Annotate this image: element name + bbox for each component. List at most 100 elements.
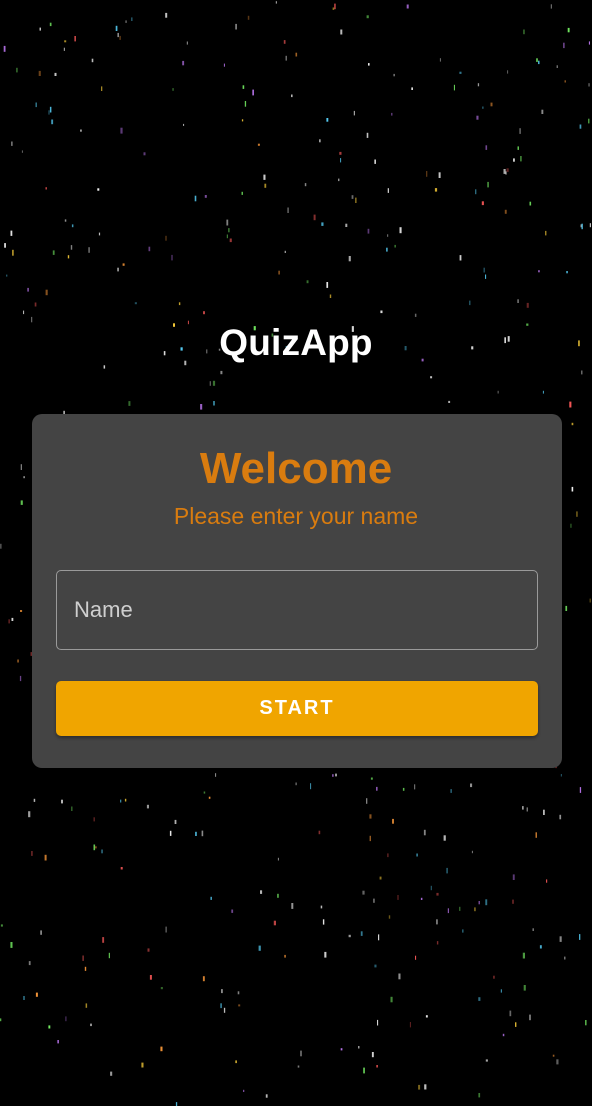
- star-particle: [103, 365, 106, 369]
- star-particle: [550, 4, 552, 9]
- star-particle: [571, 422, 574, 426]
- star-particle: [579, 124, 582, 129]
- star-particle: [556, 65, 558, 68]
- star-particle: [478, 901, 480, 905]
- star-particle: [388, 915, 391, 919]
- star-particle: [579, 787, 582, 793]
- star-particle: [541, 109, 544, 114]
- star-particle: [122, 263, 125, 266]
- star-particle: [200, 404, 203, 410]
- star-particle: [12, 249, 14, 256]
- star-particle: [33, 798, 36, 802]
- name-prompt-subtitle: Please enter your name: [173, 503, 419, 529]
- star-particle: [304, 183, 307, 187]
- start-button[interactable]: START: [56, 681, 538, 736]
- star-particle: [476, 115, 479, 120]
- star-particle: [394, 244, 396, 248]
- star-particle: [506, 168, 509, 172]
- star-particle: [430, 885, 432, 891]
- star-particle: [10, 942, 13, 948]
- star-particle: [90, 1023, 92, 1027]
- star-particle: [120, 799, 122, 803]
- star-particle: [470, 783, 473, 788]
- star-particle: [588, 41, 590, 45]
- star-particle: [348, 256, 351, 262]
- star-particle: [478, 997, 481, 1001]
- star-particle: [348, 934, 351, 938]
- star-particle: [175, 1102, 178, 1106]
- star-particle: [522, 952, 525, 959]
- star-particle: [392, 818, 394, 824]
- star-particle: [512, 874, 515, 880]
- star-particle: [430, 376, 433, 379]
- star-particle: [147, 948, 150, 952]
- star-particle: [424, 1084, 427, 1090]
- star-particle: [203, 311, 205, 315]
- star-particle: [579, 934, 581, 940]
- star-particle: [509, 1010, 512, 1017]
- star-particle: [519, 128, 521, 134]
- star-particle: [4, 243, 6, 248]
- star-particle: [371, 1052, 374, 1058]
- star-particle: [45, 289, 48, 296]
- star-particle: [148, 246, 151, 252]
- star-particle: [526, 807, 528, 812]
- star-particle: [517, 146, 519, 150]
- star-particle: [231, 909, 234, 913]
- star-particle: [174, 819, 177, 824]
- star-particle: [321, 222, 324, 226]
- star-particle: [380, 310, 383, 314]
- star-particle: [277, 893, 279, 898]
- star-particle: [425, 1015, 428, 1018]
- star-particle: [243, 1089, 245, 1092]
- star-particle: [485, 145, 488, 150]
- star-particle: [589, 223, 591, 228]
- star-particle: [504, 209, 507, 214]
- star-particle: [379, 876, 382, 880]
- star-particle: [28, 811, 31, 818]
- star-particle: [363, 1067, 365, 1074]
- star-particle: [398, 973, 401, 980]
- star-particle: [131, 17, 133, 21]
- star-particle: [0, 1018, 2, 1022]
- star-particle: [532, 928, 534, 931]
- star-particle: [169, 830, 172, 836]
- star-particle: [186, 41, 188, 45]
- star-particle: [538, 60, 540, 65]
- name-input[interactable]: [56, 570, 538, 650]
- star-particle: [474, 907, 476, 912]
- star-particle: [110, 1071, 113, 1076]
- star-particle: [507, 70, 509, 74]
- star-particle: [283, 40, 286, 44]
- star-particle: [517, 299, 519, 303]
- star-particle: [70, 245, 73, 250]
- star-particle: [11, 617, 14, 621]
- star-particle: [318, 830, 321, 835]
- star-particle: [515, 1022, 517, 1027]
- star-particle: [339, 151, 342, 155]
- star-particle: [436, 941, 439, 945]
- star-particle: [391, 112, 393, 116]
- star-particle: [360, 931, 363, 936]
- star-particle: [264, 183, 267, 188]
- star-particle: [490, 102, 493, 107]
- star-particle: [485, 1059, 488, 1062]
- star-particle: [101, 86, 103, 91]
- star-particle: [423, 829, 426, 836]
- star-particle: [265, 1094, 268, 1098]
- star-particle: [366, 798, 368, 804]
- star-particle: [415, 955, 417, 960]
- star-particle: [542, 390, 544, 394]
- star-particle: [40, 930, 42, 935]
- star-particle: [284, 250, 286, 253]
- star-particle: [559, 814, 562, 820]
- star-particle: [237, 991, 240, 995]
- star-particle: [569, 401, 572, 408]
- star-particle: [411, 87, 413, 90]
- star-particle: [213, 401, 215, 406]
- star-particle: [223, 1007, 226, 1013]
- star-particle: [376, 786, 378, 791]
- star-particle: [74, 36, 76, 42]
- star-particle: [420, 897, 423, 900]
- star-particle: [119, 35, 121, 40]
